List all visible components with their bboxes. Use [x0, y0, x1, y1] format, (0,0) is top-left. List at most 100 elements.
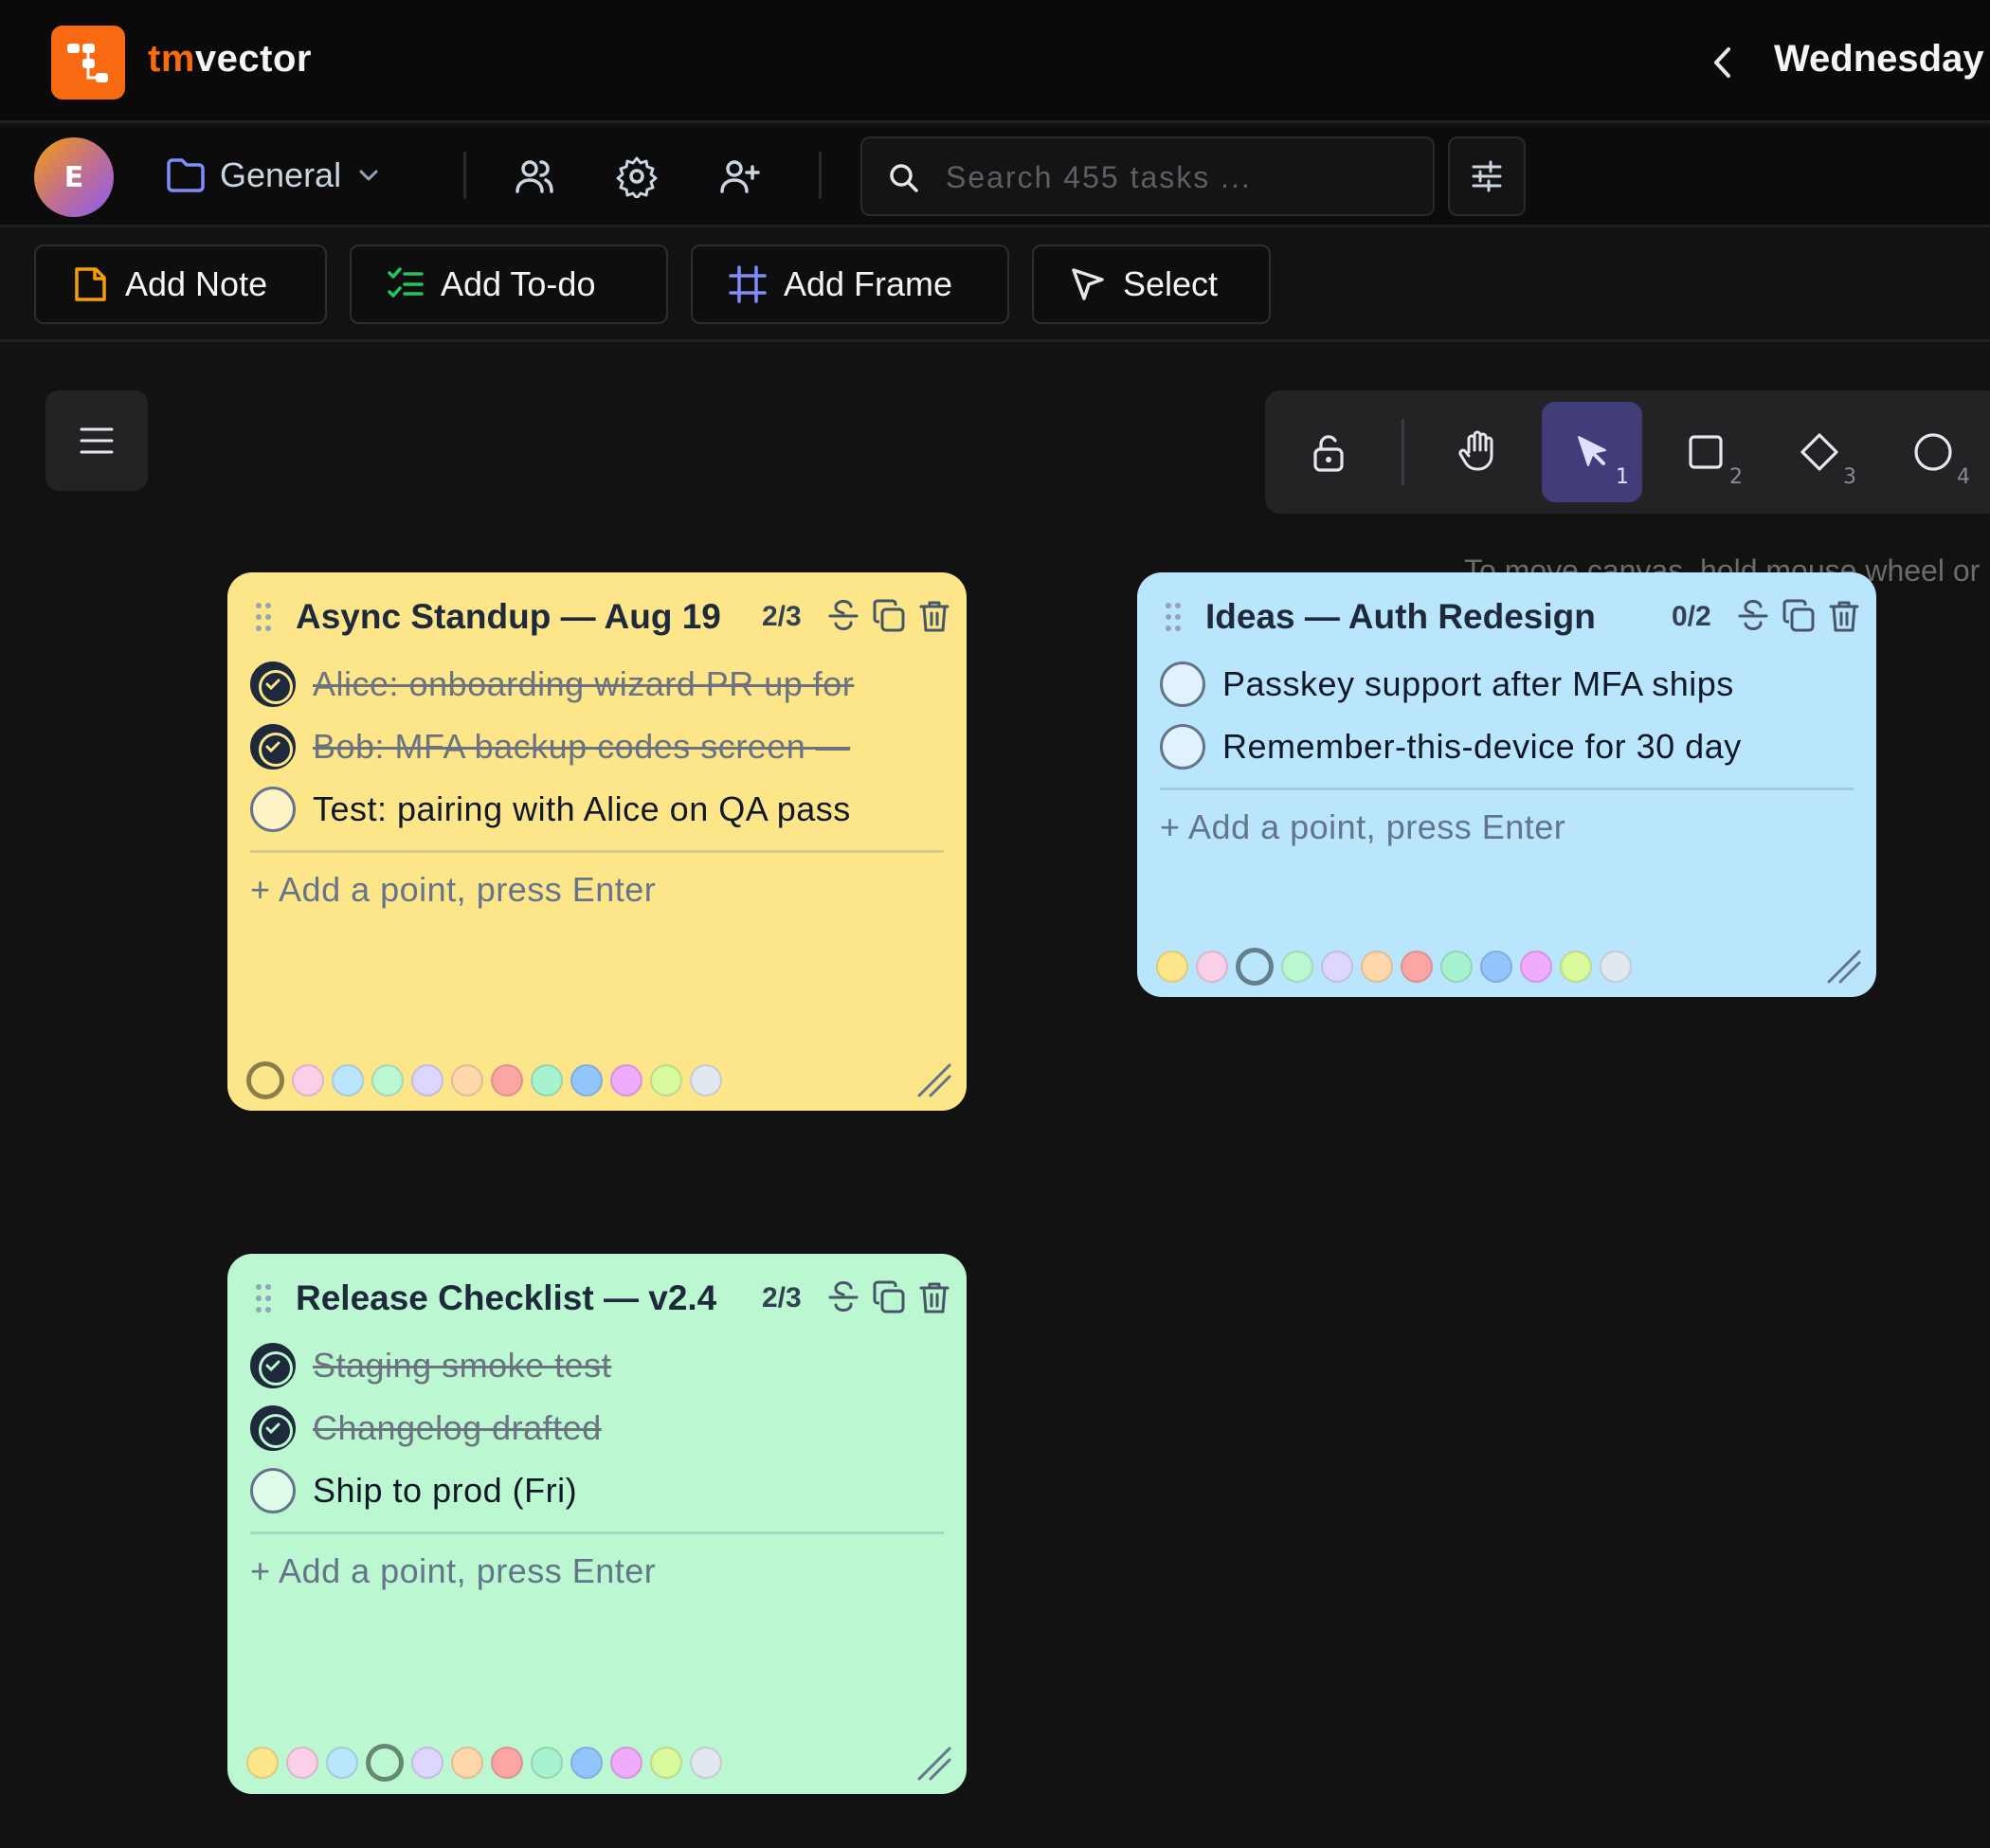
color-swatch[interactable]	[610, 1747, 642, 1779]
checklist-item[interactable]: Ship to prod (Fri)	[250, 1466, 577, 1515]
trash-icon[interactable]	[915, 1278, 953, 1316]
color-swatch[interactable]	[690, 1747, 722, 1779]
color-swatch[interactable]	[491, 1747, 523, 1779]
strikethrough-icon[interactable]	[824, 597, 862, 635]
color-swatch[interactable]	[451, 1747, 483, 1779]
color-swatch-selected[interactable]	[1236, 948, 1274, 986]
color-swatch[interactable]	[690, 1064, 722, 1096]
add-note-button[interactable]: Add Note	[34, 245, 327, 324]
color-swatch[interactable]	[326, 1747, 358, 1779]
pointer-tool[interactable]: 1	[1542, 402, 1642, 502]
checklist-item[interactable]: Bob: MFA backup codes screen —	[250, 722, 850, 771]
color-swatch[interactable]	[1281, 951, 1313, 983]
color-swatch[interactable]	[650, 1747, 682, 1779]
note-title[interactable]: Async Standup — Aug 19	[296, 597, 721, 637]
strikethrough-icon[interactable]	[824, 1278, 862, 1316]
checkbox[interactable]	[1160, 661, 1205, 707]
color-swatch[interactable]	[570, 1747, 603, 1779]
settings-button[interactable]	[610, 150, 663, 203]
invite-user-button[interactable]	[713, 150, 766, 203]
color-swatch[interactable]	[1520, 951, 1552, 983]
duplicate-icon[interactable]	[870, 597, 908, 635]
add-point-input[interactable]: + Add a point, press Enter	[1160, 807, 1565, 847]
note-title[interactable]: Ideas — Auth Redesign	[1205, 597, 1596, 637]
add-point-input[interactable]: + Add a point, press Enter	[250, 870, 656, 910]
resize-handle-icon[interactable]	[1825, 948, 1863, 986]
duplicate-icon[interactable]	[1780, 597, 1818, 635]
checkbox-checked[interactable]	[250, 1405, 296, 1451]
color-swatch-selected[interactable]	[366, 1744, 404, 1782]
trash-icon[interactable]	[915, 597, 953, 635]
checklist-item[interactable]: Changelog drafted	[250, 1404, 602, 1453]
members-button[interactable]	[508, 150, 561, 203]
duplicate-icon[interactable]	[870, 1278, 908, 1316]
item-text[interactable]: Test: pairing with Alice on QA pass	[313, 789, 851, 829]
item-text[interactable]: Alice: onboarding wizard PR up for	[313, 664, 854, 704]
color-swatch[interactable]	[650, 1064, 682, 1096]
drag-handle-icon[interactable]	[1164, 601, 1183, 633]
checklist-item[interactable]: Remember-this-device for 30 day	[1160, 722, 1742, 771]
color-swatch[interactable]	[1156, 951, 1188, 983]
filter-button[interactable]	[1448, 136, 1526, 216]
color-swatch[interactable]	[491, 1064, 523, 1096]
drag-handle-icon[interactable]	[254, 601, 273, 633]
ellipse-tool[interactable]: 4	[1883, 402, 1983, 502]
checklist-item[interactable]: Staging smoke test	[250, 1341, 611, 1390]
color-swatch[interactable]	[610, 1064, 642, 1096]
color-swatch[interactable]	[411, 1064, 443, 1096]
search-input[interactable]	[946, 155, 1401, 199]
note-card[interactable]: Async Standup — Aug 19 2/3 Alice: onboar…	[227, 572, 967, 1111]
rectangle-tool[interactable]: 2	[1655, 402, 1756, 502]
drag-handle-icon[interactable]	[254, 1282, 273, 1314]
checkbox[interactable]	[1160, 724, 1205, 770]
previous-day-button[interactable]	[1704, 42, 1742, 83]
resize-handle-icon[interactable]	[915, 1061, 953, 1099]
note-card[interactable]: Ideas — Auth Redesign 0/2 Passkey suppor…	[1137, 572, 1876, 997]
canvas-menu-button[interactable]	[45, 390, 148, 491]
add-point-input[interactable]: + Add a point, press Enter	[250, 1551, 656, 1591]
checklist-item[interactable]: Test: pairing with Alice on QA pass	[250, 785, 851, 834]
color-swatch[interactable]	[286, 1747, 318, 1779]
date-title[interactable]: Wednesday	[1774, 38, 1984, 81]
item-text[interactable]: Remember-this-device for 30 day	[1222, 727, 1742, 767]
color-swatch[interactable]	[332, 1064, 364, 1096]
color-swatch[interactable]	[292, 1064, 324, 1096]
select-button[interactable]: Select	[1032, 245, 1271, 324]
color-swatch-selected[interactable]	[246, 1061, 284, 1099]
hand-tool[interactable]	[1428, 402, 1529, 502]
color-swatch[interactable]	[1560, 951, 1592, 983]
add-frame-button[interactable]: Add Frame	[691, 245, 1009, 324]
checklist-item[interactable]: Alice: onboarding wizard PR up for	[250, 660, 854, 709]
diamond-tool[interactable]: 3	[1769, 402, 1870, 502]
checkbox-checked[interactable]	[250, 724, 296, 770]
color-swatch[interactable]	[570, 1064, 603, 1096]
checkbox[interactable]	[250, 787, 296, 832]
lock-tool[interactable]	[1278, 402, 1379, 502]
search-box[interactable]	[860, 136, 1435, 216]
color-swatch[interactable]	[1480, 951, 1512, 983]
checklist-item[interactable]: Passkey support after MFA ships	[1160, 660, 1734, 709]
checkbox-checked[interactable]	[250, 1343, 296, 1388]
color-swatch[interactable]	[1196, 951, 1228, 983]
app-logo[interactable]	[51, 26, 125, 100]
color-swatch[interactable]	[1440, 951, 1473, 983]
item-text[interactable]: Staging smoke test	[313, 1346, 611, 1386]
color-swatch[interactable]	[1361, 951, 1393, 983]
item-text[interactable]: Changelog drafted	[313, 1408, 602, 1448]
trash-icon[interactable]	[1825, 597, 1863, 635]
strikethrough-icon[interactable]	[1734, 597, 1772, 635]
color-swatch[interactable]	[1321, 951, 1353, 983]
color-swatch[interactable]	[246, 1747, 279, 1779]
resize-handle-icon[interactable]	[915, 1745, 953, 1783]
color-swatch[interactable]	[531, 1747, 563, 1779]
color-swatch[interactable]	[371, 1064, 404, 1096]
color-swatch[interactable]	[1401, 951, 1433, 983]
color-swatch[interactable]	[411, 1747, 443, 1779]
item-text[interactable]: Passkey support after MFA ships	[1222, 664, 1734, 704]
note-title[interactable]: Release Checklist — v2.4	[296, 1278, 716, 1318]
color-swatch[interactable]	[531, 1064, 563, 1096]
item-text[interactable]: Bob: MFA backup codes screen —	[313, 727, 850, 767]
color-swatch[interactable]	[1600, 951, 1632, 983]
color-swatch[interactable]	[451, 1064, 483, 1096]
add-todo-button[interactable]: Add To-do	[350, 245, 668, 324]
